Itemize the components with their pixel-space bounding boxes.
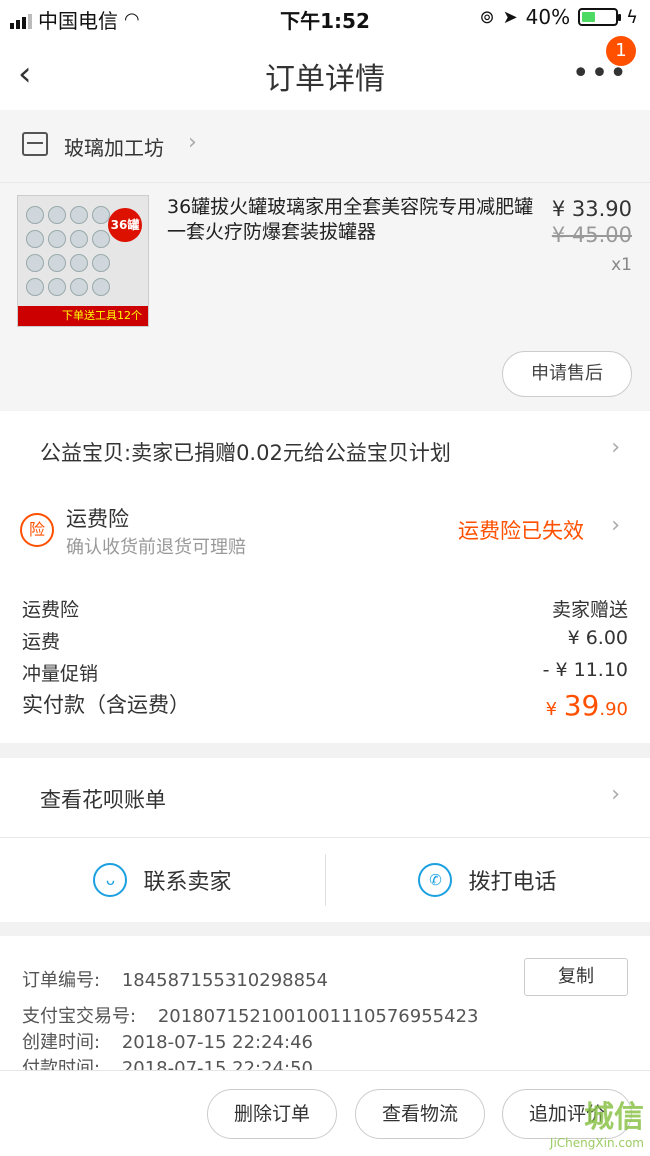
product-title[interactable]: 36罐拔火罐玻璃家用全套美容院专用减肥罐一套火疗防爆套装拔罐器	[167, 195, 535, 245]
contact-seller-button[interactable]: ᴗ 联系卖家	[0, 838, 325, 922]
after-sale-button[interactable]: 申请售后	[502, 351, 632, 397]
page-title: 订单详情	[265, 62, 385, 97]
contact-seller-label: 联系卖家	[143, 870, 232, 895]
call-label: 拨打电话	[468, 870, 557, 895]
total-value: ¥ 39.90	[546, 689, 628, 722]
product-image-jar	[92, 230, 110, 248]
product-image-tag: 36罐	[108, 208, 142, 242]
insurance-status[interactable]: 运费险已失效	[458, 515, 584, 545]
total-decimal: .90	[599, 699, 628, 720]
total-currency: ¥	[545, 699, 558, 720]
bottom-action-bar: 删除订单 查看物流 追加评价 城信 JiChengXin.com	[0, 1070, 650, 1156]
fee-value: ¥ 6.00	[567, 627, 628, 649]
chat-icon: ᴗ	[93, 863, 128, 897]
store-icon	[22, 132, 48, 156]
chevron-right-icon: ›	[611, 782, 620, 807]
product-image-jar	[92, 278, 110, 296]
product-image-jar	[70, 230, 88, 248]
order-number: 184587155310298854	[121, 970, 328, 991]
watermark-main: 城信	[584, 1100, 644, 1135]
quantity: x1	[611, 255, 632, 275]
watermark: 城信 JiChengXin.com	[550, 1092, 644, 1150]
price-column: ¥ 33.90 ¥ 45.00 x1	[552, 197, 632, 275]
price-original: ¥ 45.00	[551, 223, 632, 247]
fee-summary: 运费险 卖家赠送 运费 ¥ 6.00 冲量促销 - ¥ 11.10 实付款（含运…	[0, 569, 650, 743]
product-image-jar	[26, 254, 44, 272]
product-image-jar	[26, 206, 44, 224]
battery-icon	[578, 8, 622, 26]
status-right: ⊚ ➤ 40% ϟ	[479, 5, 638, 29]
product-image-jar	[70, 278, 88, 296]
product-image-jar	[70, 206, 88, 224]
notification-badge: 1	[606, 36, 636, 66]
shop-name: 玻璃加工坊	[64, 136, 164, 160]
delete-order-button[interactable]: 删除订单	[207, 1089, 337, 1139]
order-number-label: 订单编号:	[22, 970, 101, 991]
insurance-row[interactable]: 险 运费险 确认收货前退货可理赔 运费险已失效 ›	[0, 489, 650, 569]
chevron-right-icon: ›	[188, 130, 197, 155]
product-image-jar	[48, 278, 66, 296]
huabei-text: 查看花呗账单	[40, 788, 166, 812]
charging-icon: ϟ	[626, 6, 638, 28]
product-card[interactable]: 36罐 下单送工具12个 36罐拔火罐玻璃家用全套美容院专用减肥罐一套火疗防爆套…	[0, 182, 650, 410]
alipay-line: 支付宝交易号: 2018071521001001110576955423	[22, 1002, 478, 1028]
rotation-lock-icon: ⊚	[479, 6, 495, 28]
shop-row[interactable]: 玻璃加工坊 ›	[0, 110, 650, 182]
created-label: 创建时间:	[22, 1032, 101, 1053]
alipay-number: 2018071521001001110576955423	[157, 1006, 479, 1027]
chevron-right-icon: ›	[611, 435, 620, 460]
contact-row: ᴗ 联系卖家 ✆ 拨打电话	[0, 838, 650, 922]
insurance-title: 运费险	[66, 507, 129, 531]
created-line: 创建时间: 2018-07-15 22:24:46	[22, 1028, 313, 1054]
watermark-sub: JiChengXin.com	[549, 1136, 644, 1150]
battery-percent: 40%	[525, 5, 571, 29]
fee-label: 运费险	[22, 599, 80, 621]
product-image-jar	[26, 278, 44, 296]
view-logistics-button[interactable]: 查看物流	[355, 1089, 485, 1139]
product-image-caption: 下单送工具12个	[18, 306, 148, 326]
product-image-jar	[70, 254, 88, 272]
product-image-jar	[92, 254, 110, 272]
copy-button[interactable]: 复制	[524, 958, 628, 996]
charity-text: 公益宝贝:卖家已捐赠0.02元给公益宝贝计划	[40, 441, 451, 465]
order-info: 订单编号: 184587155310298854 复制 支付宝交易号: 2018…	[0, 936, 650, 1072]
location-icon: ➤	[502, 6, 518, 28]
insurance-icon: 险	[20, 513, 54, 547]
huabei-row[interactable]: 查看花呗账单 ›	[0, 758, 650, 838]
order-number-line: 订单编号: 184587155310298854	[22, 966, 328, 992]
fee-label: 冲量促销	[22, 663, 99, 685]
price-current: ¥ 33.90	[551, 197, 632, 221]
chevron-right-icon: ›	[611, 513, 620, 538]
navbar: ‹ 订单详情 ••• 1	[0, 36, 650, 110]
product-image-jar	[48, 254, 66, 272]
product-image[interactable]: 36罐 下单送工具12个	[17, 195, 149, 327]
total-label: 实付款（含运费）	[22, 693, 190, 717]
charity-row[interactable]: 公益宝贝:卖家已捐赠0.02元给公益宝贝计划 ›	[0, 411, 650, 489]
product-image-jar	[26, 230, 44, 248]
phone-icon: ✆	[418, 863, 453, 897]
total-integer: 39	[563, 689, 600, 722]
insurance-subtitle: 确认收货前退货可理赔	[66, 537, 246, 558]
status-bar: 中国电信 ◠ 下午1:52 ⊚ ➤ 40% ϟ	[0, 0, 650, 36]
product-image-jar	[48, 206, 66, 224]
alipay-label: 支付宝交易号:	[22, 1006, 137, 1027]
product-image-jar	[48, 230, 66, 248]
fee-label: 运费	[22, 631, 61, 653]
created-time: 2018-07-15 22:24:46	[121, 1032, 313, 1053]
fee-value: 卖家赠送	[551, 599, 628, 621]
call-button[interactable]: ✆ 拨打电话	[325, 838, 650, 922]
fee-value: - ¥ 11.10	[542, 659, 628, 681]
